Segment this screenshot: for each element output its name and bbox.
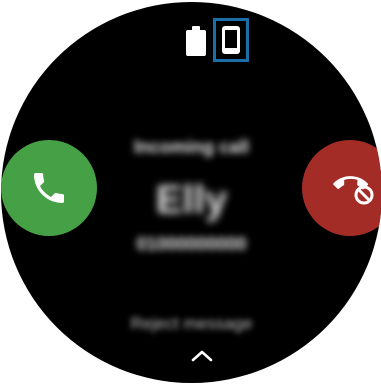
screenshot-stage: Incoming call Elly 01000000000 Reject me… xyxy=(0,0,381,385)
caller-number: 01000000000 xyxy=(136,234,247,254)
battery-icon xyxy=(186,26,206,56)
phone-call-icon xyxy=(34,173,64,203)
accept-call-button[interactable] xyxy=(1,140,97,236)
reject-message-button[interactable]: Reject message xyxy=(1,314,381,334)
watch-face: Incoming call Elly 01000000000 Reject me… xyxy=(1,2,381,383)
phone-connection-highlight xyxy=(213,18,249,62)
phone-icon xyxy=(222,26,240,54)
chevron-up-icon[interactable] xyxy=(191,350,213,362)
status-bar xyxy=(186,16,249,64)
phone-reject-icon xyxy=(333,176,374,205)
